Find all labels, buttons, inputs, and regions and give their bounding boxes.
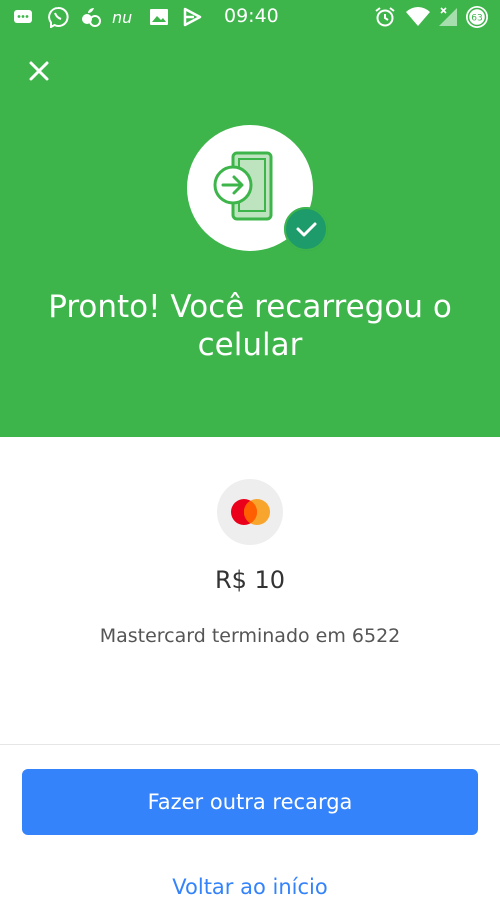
- status-bar: nu 09:40 63: [0, 0, 500, 34]
- battery-icon: 63: [466, 6, 488, 28]
- close-button[interactable]: [22, 54, 56, 88]
- battery-level: 63: [471, 14, 482, 24]
- nubank-icon: nu: [112, 8, 132, 27]
- svg-text:nu: nu: [112, 8, 132, 27]
- new-recharge-button[interactable]: Fazer outra recarga: [22, 769, 478, 835]
- viber-icon: [48, 6, 69, 28]
- card-brand-logo: [217, 479, 283, 545]
- divider: [0, 744, 500, 745]
- play-icon: [183, 7, 202, 27]
- recharge-amount: R$ 10: [214, 566, 286, 594]
- message-icon: [14, 10, 32, 23]
- gallery-icon: [150, 9, 168, 25]
- success-title: Pronto! Você recarregou o celular: [48, 289, 452, 363]
- check-icon: [284, 207, 328, 251]
- payment-method: Mastercard terminado em 6522: [99, 625, 401, 647]
- mastercard-icon: [231, 499, 270, 525]
- signal-icon: [439, 7, 457, 26]
- alarm-icon: [375, 7, 395, 27]
- success-badge: [284, 207, 328, 251]
- status-time: 09:40: [224, 5, 279, 27]
- ifood-icon: [82, 8, 101, 27]
- back-to-home-link[interactable]: Voltar ao início: [0, 875, 500, 899]
- close-icon: [29, 61, 49, 81]
- wifi-icon: [406, 7, 430, 26]
